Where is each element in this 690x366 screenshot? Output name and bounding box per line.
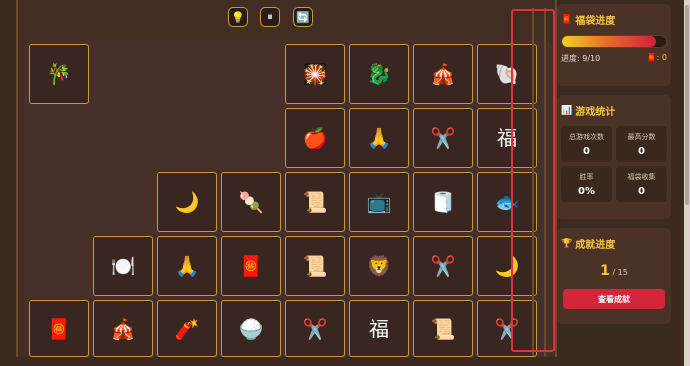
game-tile[interactable]: 🧧 <box>221 236 281 296</box>
game-tile[interactable]: 📺 <box>349 172 409 232</box>
scrollbar[interactable] <box>684 0 690 366</box>
game-tile[interactable]: 🍎 <box>285 108 345 168</box>
game-tile[interactable]: 🎪 <box>93 300 153 357</box>
game-tile[interactable]: 🎪 <box>413 44 473 104</box>
game-stats-panel: 📊 游戏统计 总游戏次数 0 最高分数 0 胜率 0% 福袋收集 0 <box>557 95 671 219</box>
bag-count: 🧧: 0 <box>646 53 667 62</box>
lucky-bag-progress-panel: 🧧 福袋进度 进度: 9/10 🧧: 0 <box>557 4 671 86</box>
pause-button[interactable]: ⏸ <box>260 7 280 27</box>
trophy-icon: 🏆 <box>561 238 573 249</box>
game-tile[interactable]: 🍚 <box>221 300 281 357</box>
shuffle-button[interactable]: 🔄 <box>293 7 313 27</box>
achievement-panel: 🏆 成就进度 1 / 15 查看成就 <box>557 228 671 324</box>
panel-title: 🏆 成就进度 <box>561 238 616 252</box>
game-tile[interactable]: 🎋 <box>29 44 89 104</box>
game-tile[interactable]: 福 <box>349 300 409 357</box>
progress-fill <box>562 36 656 47</box>
red-envelope-icon: 🧧 <box>646 53 657 62</box>
pause-icon: ⏸ <box>267 10 273 23</box>
panel-title: 🧧 福袋进度 <box>561 14 616 28</box>
game-tile[interactable]: 🙏 <box>349 108 409 168</box>
game-tile[interactable]: 🎇 <box>285 44 345 104</box>
game-tile[interactable]: 🌙 <box>157 172 217 232</box>
game-tile[interactable]: ✂️ <box>285 300 345 357</box>
game-tile[interactable]: 🐉 <box>349 44 409 104</box>
progress-text: 进度: 9/10 <box>561 54 601 63</box>
progress-bar <box>561 35 667 48</box>
achievement-count: 1 / 15 <box>600 263 628 279</box>
selection-highlight <box>511 9 555 352</box>
game-tile[interactable]: 🦁 <box>349 236 409 296</box>
game-tile[interactable]: ✂️ <box>413 108 473 168</box>
stat-total-games: 总游戏次数 0 <box>561 126 612 162</box>
game-tile[interactable]: 📜 <box>413 300 473 357</box>
shuffle-icon: 🔄 <box>296 10 310 24</box>
game-tile[interactable]: ✂️ <box>413 236 473 296</box>
game-tile[interactable]: 🍡 <box>221 172 281 232</box>
game-tile[interactable]: 📜 <box>285 172 345 232</box>
view-achievements-button[interactable]: 查看成就 <box>563 289 665 309</box>
stat-win-rate: 胜率 0% <box>561 166 612 202</box>
stat-bags-collected: 福袋收集 0 <box>616 166 667 202</box>
panel-title: 📊 游戏统计 <box>561 105 616 119</box>
game-tile[interactable]: 🧻 <box>413 172 473 232</box>
hint-button[interactable]: 💡 <box>228 7 248 27</box>
scrollbar-thumb[interactable] <box>685 5 689 205</box>
game-tile[interactable]: 🧧 <box>29 300 89 357</box>
game-tile[interactable]: 🧨 <box>157 300 217 357</box>
game-tile[interactable]: 📜 <box>285 236 345 296</box>
red-envelope-icon: 🧧 <box>561 14 573 25</box>
lightbulb-icon: 💡 <box>231 10 245 24</box>
stat-high-score: 最高分数 0 <box>616 126 667 162</box>
chart-icon: 📊 <box>561 105 573 116</box>
game-tile[interactable]: 🍽️ <box>93 236 153 296</box>
game-tile[interactable]: 🙏 <box>157 236 217 296</box>
